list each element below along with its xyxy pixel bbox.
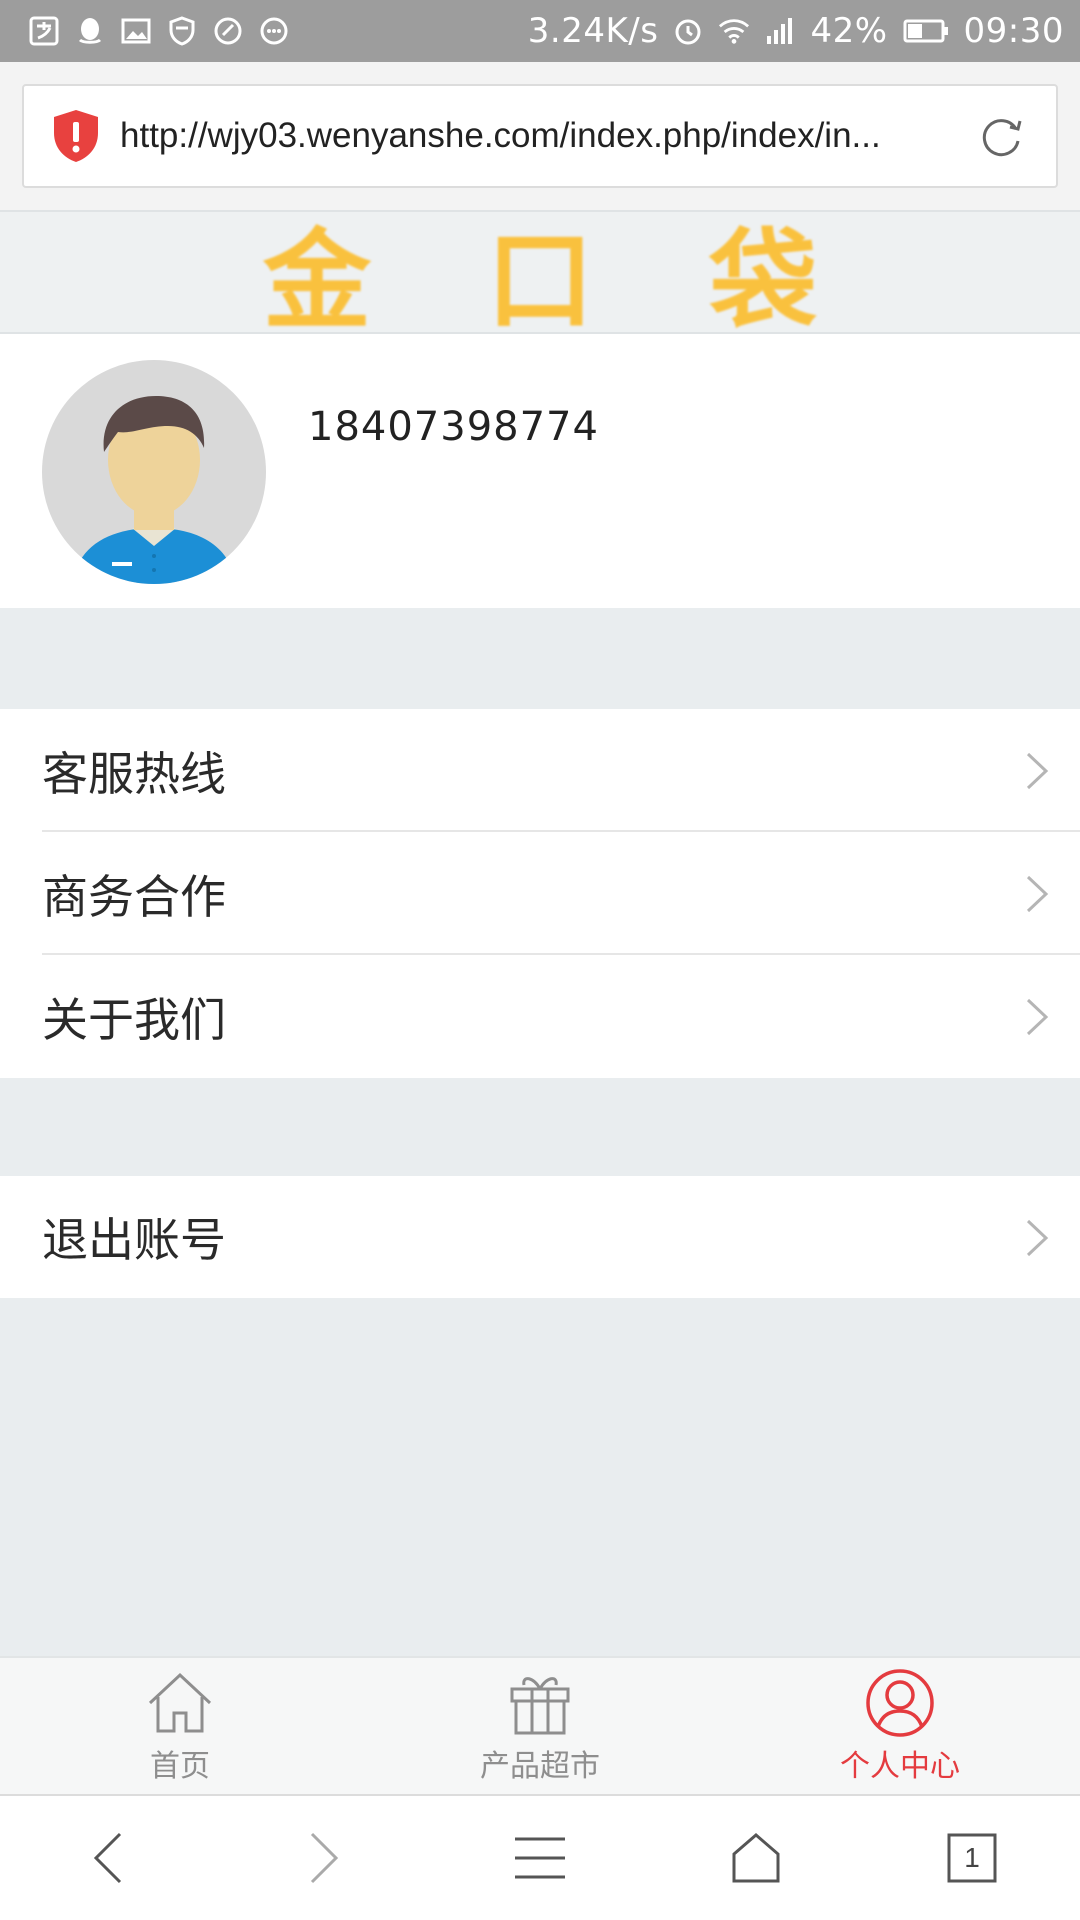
nav-products-label: 产品超市 [480, 1749, 600, 1784]
menu-icon [515, 1837, 565, 1879]
status-bar-system: 3.24K/s 42% 09:30 [528, 11, 1064, 51]
phone-number: 18407398774 [308, 404, 599, 450]
reload-icon[interactable] [976, 111, 1026, 161]
logo-banner: 金 口 袋 [0, 210, 1080, 344]
home-icon [732, 1833, 780, 1883]
user-icon [866, 1669, 934, 1737]
alipay-icon [28, 15, 60, 47]
shield-icon [166, 15, 198, 47]
menu-group-account: 退出账号 [0, 1176, 1080, 1298]
browser-home-button[interactable] [716, 1818, 796, 1898]
menu-item-label: 关于我们 [42, 992, 226, 1047]
check-icon [212, 15, 244, 47]
back-icon [93, 1832, 122, 1884]
nav-products[interactable]: 产品超市 [360, 1658, 720, 1794]
menu-item-label: 客服热线 [42, 746, 226, 801]
net-speed: 3.24K/s [527, 11, 659, 51]
chevron-right-icon [1026, 875, 1049, 913]
gift-icon [510, 1677, 570, 1735]
menu-item-customer-service[interactable]: 客服热线 [0, 709, 1080, 832]
chevron-right-icon [1026, 1219, 1049, 1257]
status-bar-notifications [28, 15, 290, 47]
nav-profile-label: 个人中心 [840, 1749, 960, 1784]
address-bar[interactable]: http://wjy03.wenyanshe.com/index.php/ind… [22, 84, 1058, 188]
alarm-icon [672, 15, 704, 47]
avatar[interactable] [42, 360, 266, 584]
tab-count: 1 [964, 1842, 980, 1873]
qq-icon [74, 15, 106, 47]
url-text[interactable]: http://wjy03.wenyanshe.com/index.php/ind… [120, 116, 940, 156]
gallery-icon [120, 15, 152, 47]
clock: 09:30 [963, 11, 1064, 51]
forward-button[interactable] [284, 1818, 364, 1898]
status-bar: 3.24K/s 42% 09:30 [0, 0, 1080, 62]
nav-home-label: 首页 [150, 1749, 210, 1784]
forward-icon [310, 1832, 339, 1884]
app-screen: 3.24K/s 42% 09:30 http://wjy03.wenyanshe… [0, 0, 1080, 1920]
menu-item-label: 商务合作 [42, 869, 226, 924]
logo-char: 口 [485, 219, 594, 344]
wifi-icon [718, 15, 750, 47]
app-bottom-nav: 首页 产品超市 个人中心 [0, 1656, 1080, 1794]
menu-button[interactable] [500, 1818, 580, 1898]
battery-percent: 42% [810, 11, 888, 51]
warning-shield-icon[interactable] [50, 108, 102, 164]
chevron-right-icon [1026, 998, 1049, 1036]
chevron-right-icon [1026, 752, 1049, 790]
browser-toolbar: 1 [0, 1794, 1080, 1920]
menu-item-logout[interactable]: 退出账号 [0, 1176, 1080, 1298]
browser-address-area: http://wjy03.wenyanshe.com/index.php/ind… [0, 62, 1080, 210]
menu-group-main: 客服热线 商务合作 关于我们 [0, 709, 1080, 1078]
tabs-button[interactable]: 1 [932, 1818, 1012, 1898]
profile-card: 18407398774 [0, 334, 1080, 608]
logo-char: 金 [262, 219, 371, 344]
chat-icon [258, 15, 290, 47]
battery-icon [902, 15, 950, 47]
menu-item-about[interactable]: 关于我们 [0, 955, 1080, 1078]
signal-icon [764, 15, 796, 47]
back-button[interactable] [68, 1818, 148, 1898]
home-icon [148, 1672, 212, 1733]
menu-item-label: 退出账号 [42, 1213, 226, 1267]
logo-char: 袋 [709, 219, 818, 344]
menu-item-business[interactable]: 商务合作 [0, 832, 1080, 955]
nav-profile[interactable]: 个人中心 [720, 1658, 1080, 1794]
nav-home[interactable]: 首页 [0, 1658, 360, 1794]
